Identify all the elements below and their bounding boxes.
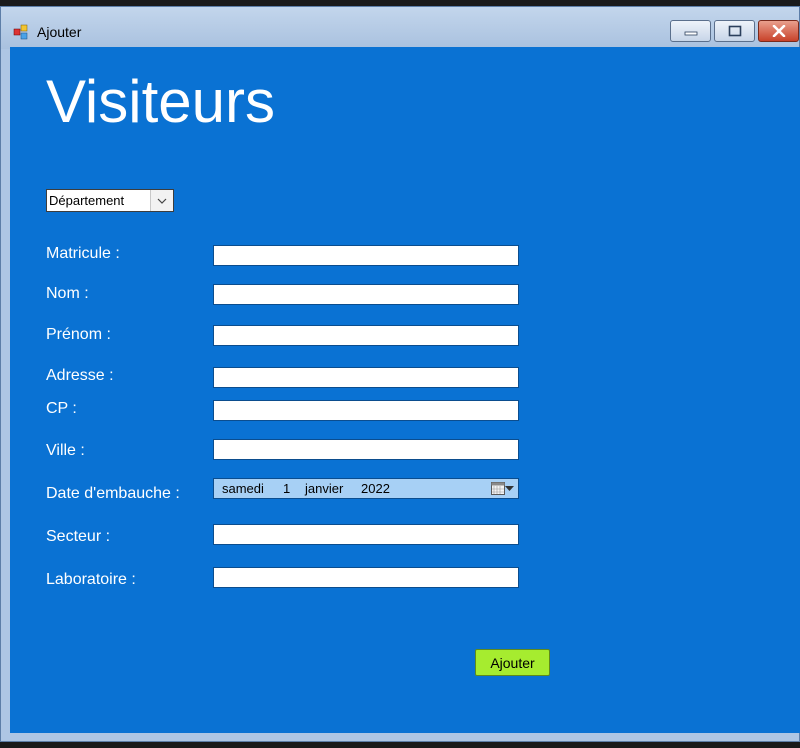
matricule-input[interactable] (213, 245, 519, 266)
laboratoire-input[interactable] (213, 567, 519, 588)
title-bar[interactable]: Ajouter (1, 7, 799, 49)
date-embauche-label: Date d'embauche : (46, 485, 180, 502)
minimize-icon (684, 31, 697, 36)
close-icon (772, 25, 785, 37)
nom-label: Nom : (46, 285, 89, 302)
calendar-icon (490, 482, 505, 495)
maximize-icon (728, 25, 741, 37)
matricule-label: Matricule : (46, 245, 120, 262)
hire-date-month[interactable]: janvier (305, 481, 343, 496)
laboratoire-label: Laboratoire : (46, 571, 136, 585)
close-button[interactable] (758, 20, 799, 42)
department-select[interactable]: Département (46, 189, 174, 212)
calendar-dropdown-button[interactable] (488, 480, 516, 497)
app-window: Ajouter Visiteurs Département Matricule … (0, 6, 800, 742)
cp-input[interactable] (213, 400, 519, 421)
maximize-button[interactable] (714, 20, 755, 42)
hire-date-picker[interactable]: samedi 1 janvier 2022 (213, 478, 519, 499)
ville-label: Ville : (46, 442, 85, 459)
nom-input[interactable] (213, 284, 519, 305)
hire-date-day[interactable]: 1 (283, 481, 290, 496)
hire-date-weekday[interactable]: samedi (222, 481, 264, 496)
app-icon (13, 24, 28, 40)
ajouter-button[interactable]: Ajouter (475, 649, 550, 676)
prenom-label: Prénom : (46, 326, 111, 343)
cp-label: CP : (46, 400, 77, 417)
page-title: Visiteurs (46, 68, 275, 135)
minimize-button[interactable] (670, 20, 711, 42)
adresse-label: Adresse : (46, 367, 114, 384)
department-dropdown-button[interactable] (150, 190, 173, 211)
chevron-down-icon (504, 485, 514, 491)
chevron-down-icon (157, 198, 167, 204)
secteur-input[interactable] (213, 524, 519, 545)
adresse-input[interactable] (213, 367, 519, 388)
form-panel: Visiteurs Département Matricule : Nom : … (10, 47, 800, 733)
department-select-value: Département (49, 193, 125, 208)
hire-date-year[interactable]: 2022 (361, 481, 390, 496)
secteur-label: Secteur : (46, 528, 111, 545)
ville-input[interactable] (213, 439, 519, 460)
prenom-input[interactable] (213, 325, 519, 346)
window-title: Ajouter (37, 24, 82, 40)
